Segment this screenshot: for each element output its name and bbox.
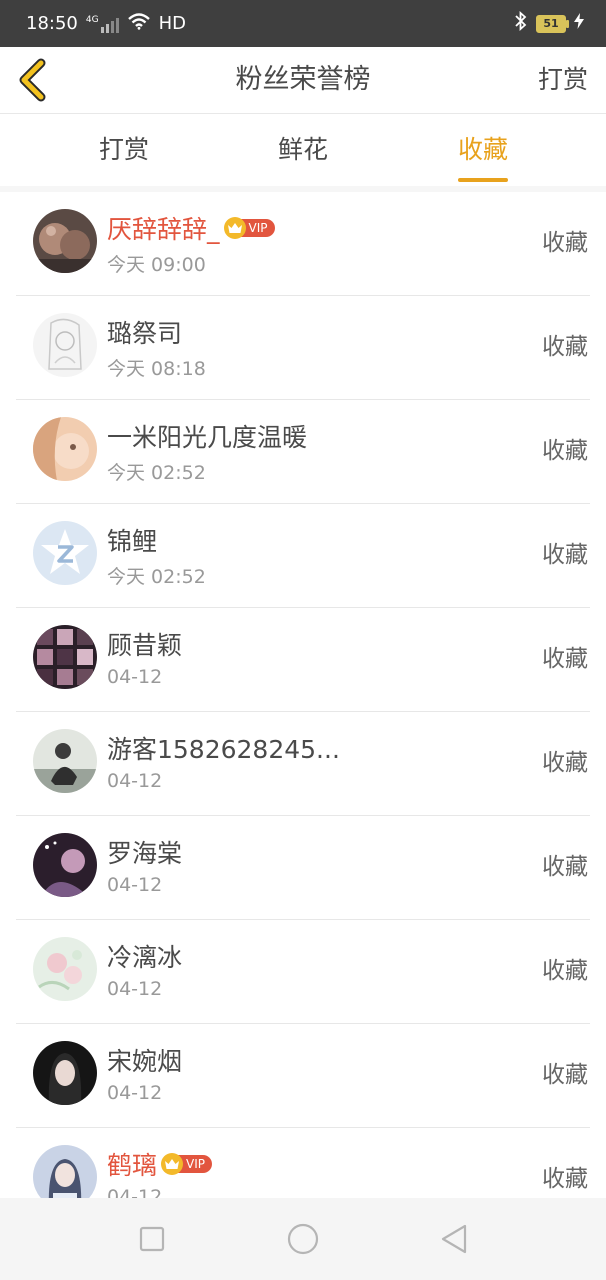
username: 厌辞辞辞_ [107, 215, 220, 244]
tab-reward[interactable]: 打赏 [99, 114, 149, 186]
list-item[interactable]: 冷漓冰 04-12 收藏 [16, 920, 590, 1024]
avatar[interactable] [33, 1041, 97, 1105]
username: 游客1582628245... [107, 735, 340, 764]
vip-badge: VIP [161, 1153, 212, 1175]
list-item[interactable]: 鹤璃 VIP 04-12 收藏 [16, 1128, 590, 1198]
page-title: 粉丝荣誉榜 [235, 64, 371, 95]
timestamp: 04-12 [107, 874, 163, 896]
vip-badge: VIP [223, 217, 275, 239]
favorites-list: 厌辞辞辞_ VIP 今天 09:00 收藏 璐祭司 今天 08:18 收藏 一米… [0, 192, 606, 1198]
tab-flowers-label: 鲜花 [277, 135, 329, 164]
list-item[interactable]: 厌辞辞辞_ VIP 今天 09:00 收藏 [16, 192, 590, 296]
avatar[interactable] [33, 313, 97, 377]
crown-icon [223, 217, 246, 239]
avatar[interactable] [33, 209, 97, 273]
timestamp: 今天 02:52 [107, 566, 206, 588]
list-item[interactable]: 锦鲤 今天 02:52 收藏 [16, 504, 590, 608]
username: 一米阳光几度温暖 [107, 423, 308, 452]
hd-label: HD [158, 13, 186, 34]
status-left: 18:50 4G HD [26, 12, 186, 35]
timestamp: 04-12 [107, 978, 163, 1000]
timestamp: 04-12 [107, 666, 163, 688]
status-right: 51 [514, 10, 584, 36]
action-label: 收藏 [542, 1062, 588, 1088]
name-line: 锦鲤 [107, 522, 157, 558]
battery-level: 51 [543, 17, 559, 30]
avatar[interactable] [33, 729, 97, 793]
timestamp: 今天 09:00 [107, 254, 206, 276]
avatar[interactable] [33, 625, 97, 689]
username: 锦鲤 [107, 527, 158, 556]
avatar[interactable] [33, 417, 97, 481]
username: 璐祭司 [107, 319, 183, 348]
reward-button[interactable]: 打赏 [538, 47, 588, 113]
name-line: 顾昔颖 [107, 626, 182, 662]
status-bar: 18:50 4G HD 51 [0, 0, 606, 47]
list-item[interactable]: 罗海棠 04-12 收藏 [16, 816, 590, 920]
system-nav-bar [0, 1198, 606, 1280]
list-item[interactable]: 游客1582628245... 04-12 收藏 [16, 712, 590, 816]
timestamp: 今天 08:18 [107, 358, 206, 380]
battery-icon: 51 [536, 14, 569, 33]
action-label: 收藏 [542, 438, 588, 464]
avatar[interactable] [33, 1145, 97, 1198]
tab-favorites[interactable]: 收藏 [457, 114, 509, 186]
tab-bar: 打赏 鲜花 收藏 [0, 114, 606, 187]
username: 罗海棠 [107, 839, 183, 868]
back-nav-button[interactable] [437, 1222, 471, 1256]
action-label: 收藏 [542, 1166, 588, 1192]
tab-active-underline [457, 178, 509, 182]
tab-flowers[interactable]: 鲜花 [278, 114, 328, 186]
home-icon [287, 1223, 319, 1255]
name-line: 游客1582628245... [107, 730, 340, 766]
name-line: 鹤璃 VIP [107, 1146, 212, 1182]
name-line: 冷漓冰 [107, 938, 182, 974]
avatar[interactable] [33, 521, 97, 585]
recent-apps-button[interactable] [135, 1222, 169, 1256]
home-button[interactable] [286, 1222, 320, 1256]
name-line: 宋婉烟 [107, 1042, 182, 1078]
username: 宋婉烟 [107, 1047, 183, 1076]
action-label: 收藏 [542, 854, 588, 880]
name-line: 罗海棠 [107, 834, 182, 870]
username: 鹤璃 [107, 1151, 158, 1180]
avatar[interactable] [33, 833, 97, 897]
timestamp: 今天 02:52 [107, 462, 206, 484]
action-label: 收藏 [542, 542, 588, 568]
recent-apps-icon [139, 1226, 165, 1252]
timestamp: 04-12 [107, 770, 163, 792]
list-item[interactable]: 璐祭司 今天 08:18 收藏 [16, 296, 590, 400]
charging-icon [574, 13, 584, 34]
network-label: 4G [85, 14, 99, 25]
action-label: 收藏 [542, 334, 588, 360]
signal-icon: 4G [86, 15, 119, 33]
name-line: 一米阳光几度温暖 [107, 418, 307, 454]
app-header: 粉丝荣誉榜 打赏 [0, 47, 606, 114]
username: 顾昔颖 [107, 631, 183, 660]
list-item[interactable]: 一米阳光几度温暖 今天 02:52 收藏 [16, 400, 590, 504]
list-item[interactable]: 宋婉烟 04-12 收藏 [16, 1024, 590, 1128]
action-label: 收藏 [542, 750, 588, 776]
tab-favorites-label: 收藏 [457, 135, 509, 164]
username: 冷漓冰 [107, 943, 183, 972]
name-line: 璐祭司 [107, 314, 182, 350]
crown-icon [161, 1153, 184, 1175]
action-label: 收藏 [542, 230, 588, 256]
tab-reward-label: 打赏 [98, 135, 150, 164]
action-label: 收藏 [542, 958, 588, 984]
timestamp: 04-12 [107, 1082, 163, 1104]
name-line: 厌辞辞辞_ VIP [107, 210, 275, 246]
status-time: 18:50 [26, 13, 78, 34]
bluetooth-icon [514, 10, 528, 36]
action-label: 收藏 [542, 646, 588, 672]
back-triangle-icon [441, 1224, 467, 1254]
avatar[interactable] [33, 937, 97, 1001]
timestamp: 04-12 [107, 1186, 163, 1198]
wifi-icon [127, 12, 151, 35]
list-item[interactable]: 顾昔颖 04-12 收藏 [16, 608, 590, 712]
